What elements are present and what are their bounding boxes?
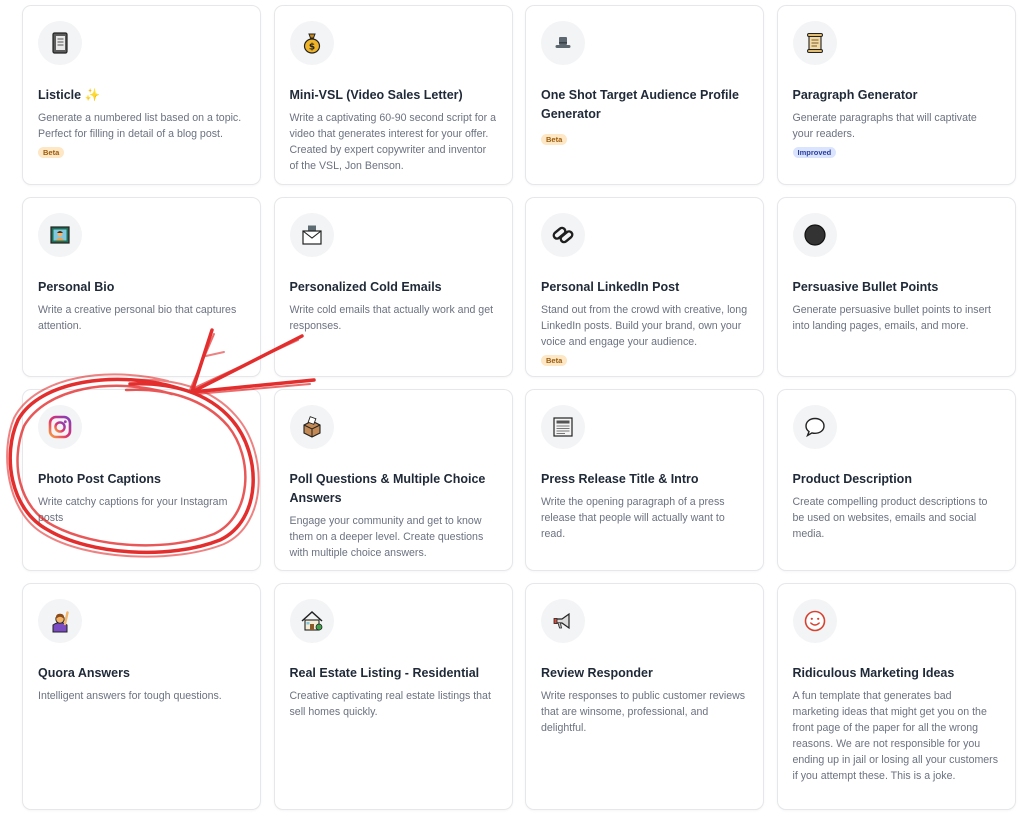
card-title: Quora Answers <box>38 666 130 680</box>
card-description: Intelligent answers for tough questions. <box>38 690 222 702</box>
card-title: Photo Post Captions <box>38 472 161 486</box>
card-description: Creative captivating real estate listing… <box>289 690 491 718</box>
ballot-box-icon <box>289 405 334 449</box>
template-card-press-release[interactable]: Press Release Title & Intro Write the op… <box>525 389 764 571</box>
template-grid: Listicle ✨ Generate a numbered list base… <box>22 5 1016 810</box>
person-raising-hand-icon <box>38 599 82 643</box>
template-card-ridiculous-marketing[interactable]: Ridiculous Marketing Ideas A fun templat… <box>776 583 1016 810</box>
template-card-mini-vsl[interactable]: $ Mini-VSL (Video Sales Letter) Write a … <box>273 5 513 185</box>
card-title: Listicle ✨ <box>38 88 101 102</box>
card-description: Create compelling product descriptions t… <box>792 496 988 540</box>
template-card-review-responder[interactable]: Review Responder Write responses to publ… <box>525 583 764 810</box>
card-title: Real Estate Listing - Residential <box>289 666 480 680</box>
card-description: A fun template that generates bad market… <box>792 690 999 782</box>
template-card-paragraph-generator[interactable]: Paragraph Generator Generate paragraphs … <box>776 5 1016 185</box>
card-title: Personalized Cold Emails <box>289 280 442 294</box>
template-card-product-description[interactable]: Product Description Create compelling pr… <box>776 389 1016 571</box>
card-title: One Shot Target Audience Profile Generat… <box>541 88 739 121</box>
top-hat-icon <box>541 21 585 65</box>
notebook-icon <box>38 21 82 65</box>
beta-badge: Beta <box>541 355 568 366</box>
card-title: Product Description <box>792 472 912 486</box>
framed-portrait-icon <box>38 213 82 257</box>
card-title: Poll Questions & Multiple Choice Answers <box>289 472 486 505</box>
speech-bubble-icon <box>792 405 837 449</box>
card-description: Write responses to public customer revie… <box>541 690 746 734</box>
template-card-real-estate-listing[interactable]: Real Estate Listing - Residential Creati… <box>273 583 513 810</box>
card-title: Review Responder <box>541 666 653 680</box>
template-card-poll-questions[interactable]: Poll Questions & Multiple Choice Answers… <box>273 389 513 571</box>
template-card-photo-post-captions[interactable]: Photo Post Captions Write catchy caption… <box>22 389 261 571</box>
card-title: Personal Bio <box>38 280 115 294</box>
card-title: Mini-VSL (Video Sales Letter) <box>289 88 463 102</box>
envelope-icon <box>289 213 334 257</box>
template-card-bullet-points[interactable]: Persuasive Bullet Points Generate persua… <box>776 197 1016 377</box>
template-card-personal-bio[interactable]: Personal Bio Write a creative personal b… <box>22 197 261 377</box>
card-description: Stand out from the crowd with creative, … <box>541 304 748 348</box>
card-title: Press Release Title & Intro <box>541 472 699 486</box>
improved-badge: Improved <box>792 147 837 158</box>
template-card-cold-emails[interactable]: Personalized Cold Emails Write cold emai… <box>273 197 513 377</box>
black-circle-icon <box>792 213 837 257</box>
template-card-linkedin-post[interactable]: Personal LinkedIn Post Stand out from th… <box>525 197 764 377</box>
card-description: Write cold emails that actually work and… <box>289 304 494 332</box>
beta-badge: Beta <box>541 134 568 145</box>
scroll-icon <box>792 21 837 65</box>
template-card-listicle[interactable]: Listicle ✨ Generate a numbered list base… <box>22 5 261 185</box>
card-description: Generate paragraphs that will captivate … <box>792 112 977 140</box>
newspaper-icon <box>541 405 585 449</box>
template-card-target-audience[interactable]: One Shot Target Audience Profile Generat… <box>525 5 764 185</box>
beta-badge: Beta <box>38 147 65 158</box>
megaphone-icon <box>541 599 585 643</box>
svg-text:$: $ <box>308 43 314 53</box>
card-description: Write the opening paragraph of a press r… <box>541 496 725 540</box>
template-card-quora-answers[interactable]: Quora Answers Intelligent answers for to… <box>22 583 261 810</box>
card-description: Write a creative personal bio that captu… <box>38 304 237 332</box>
card-description: Write a captivating 60-90 second script … <box>289 112 497 172</box>
house-icon <box>289 599 334 643</box>
card-description: Engage your community and get to know th… <box>289 515 484 559</box>
card-title: Personal LinkedIn Post <box>541 280 680 294</box>
smiley-icon <box>792 599 837 643</box>
card-title: Paragraph Generator <box>792 88 918 102</box>
card-description: Write catchy captions for your Instagram… <box>38 496 228 524</box>
card-title: Persuasive Bullet Points <box>792 280 939 294</box>
money-bag-icon: $ <box>289 21 334 65</box>
card-description: Generate persuasive bullet points to ins… <box>792 304 991 332</box>
card-title: Ridiculous Marketing Ideas <box>792 666 955 680</box>
card-description: Generate a numbered list based on a topi… <box>38 112 242 140</box>
instagram-icon <box>38 405 82 449</box>
paperclips-icon <box>541 213 585 257</box>
